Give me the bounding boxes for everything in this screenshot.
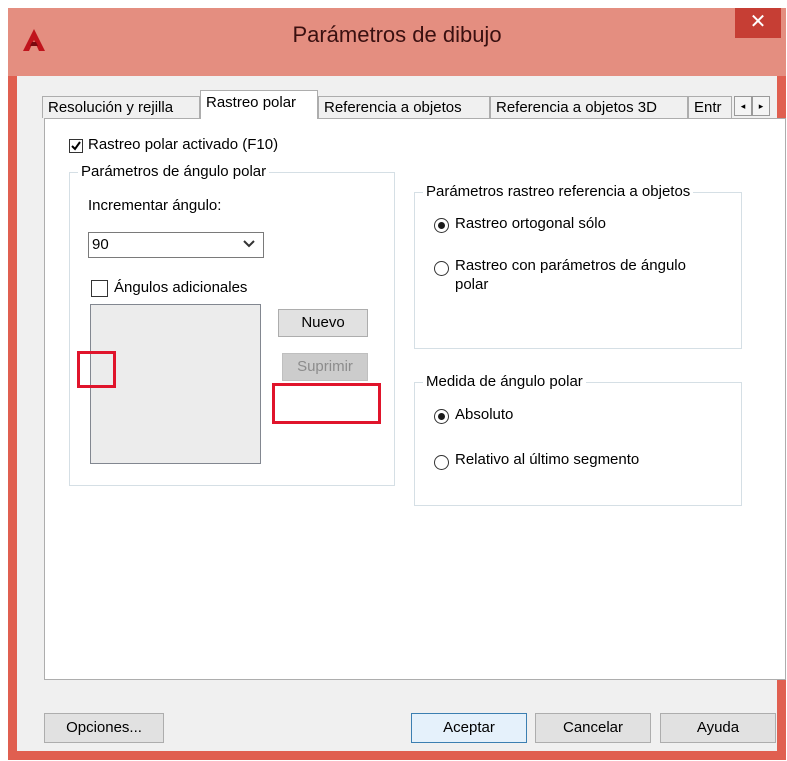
orthogonal-tracking-radio[interactable] — [434, 218, 449, 233]
dialog-client-area: Resolución y rejilla Rastreo polar Refer… — [17, 76, 786, 751]
highlight-box-new-button — [272, 383, 381, 424]
increment-angle-label: Incrementar ángulo: — [88, 197, 222, 214]
close-button[interactable]: ✕ — [735, 8, 781, 38]
polar-tracking-checkbox[interactable] — [69, 139, 83, 153]
absolute-label: Absoluto — [455, 406, 514, 423]
window-title: Parámetros de dibujo — [292, 22, 502, 47]
tab-strip: Resolución y rejilla Rastreo polar Refer… — [42, 88, 777, 119]
polar-tracking-label: Rastreo polar activado (F10) — [88, 136, 279, 153]
polar-angle-tracking-label: Rastreo con parámetros de ángulo — [455, 257, 686, 274]
highlight-box-additional-angles — [77, 351, 116, 388]
object-snap-tracking-title: Parámetros rastreo referencia a objetos — [423, 183, 694, 200]
tab-polar-tracking[interactable]: Rastreo polar — [200, 90, 318, 119]
polar-angle-tracking-label-line2: polar — [455, 276, 489, 293]
polar-angle-measurement-group: Medida de ángulo polar Absoluto Relativo… — [414, 373, 742, 506]
object-snap-tracking-group: Parámetros rastreo referencia a objetos … — [414, 183, 742, 349]
polar-angle-tracking-radio[interactable] — [434, 261, 449, 276]
absolute-radio[interactable] — [434, 409, 449, 424]
dialog-window: Parámetros de dibujo ✕ Resolución y reji… — [8, 8, 786, 760]
help-button[interactable]: Ayuda — [660, 713, 776, 743]
tab-scroll-left-button[interactable]: ◂ — [734, 96, 752, 116]
polar-angle-measurement-title: Medida de ángulo polar — [423, 373, 586, 390]
title-bar[interactable]: Parámetros de dibujo ✕ — [8, 8, 786, 76]
polar-angle-settings-group: Parámetros de ángulo polar Incrementar á… — [69, 163, 395, 486]
relative-last-segment-radio[interactable] — [434, 455, 449, 470]
checkmark-icon — [71, 141, 81, 151]
options-button[interactable]: Opciones... — [44, 713, 164, 743]
tab-3d-object-snap[interactable]: Referencia a objetos 3D — [490, 96, 688, 118]
increment-angle-value: 90 — [92, 236, 109, 253]
cancel-button[interactable]: Cancelar — [535, 713, 651, 743]
tab-scroll-right-button[interactable]: ▸ — [752, 96, 770, 116]
additional-angles-checkbox[interactable] — [91, 280, 108, 297]
tab-object-snap[interactable]: Referencia a objetos — [318, 96, 490, 118]
polar-angle-settings-title: Parámetros de ángulo polar — [78, 163, 270, 180]
increment-angle-select[interactable]: 90 — [88, 232, 264, 258]
ok-button[interactable]: Aceptar — [411, 713, 527, 743]
additional-angles-label: Ángulos adicionales — [114, 279, 248, 296]
new-angle-button[interactable]: Nuevo — [278, 309, 368, 337]
polar-tracking-panel: Rastreo polar activado (F10) Parámetros … — [44, 118, 786, 680]
tab-dynamic-input[interactable]: Entr — [688, 96, 732, 118]
relative-last-segment-label: Relativo al último segmento — [455, 451, 640, 468]
delete-angle-button[interactable]: Suprimir — [282, 353, 368, 381]
tab-snap-grid[interactable]: Resolución y rejilla — [42, 96, 200, 118]
orthogonal-tracking-label: Rastreo ortogonal sólo — [455, 215, 606, 232]
chevron-down-icon — [243, 240, 255, 248]
